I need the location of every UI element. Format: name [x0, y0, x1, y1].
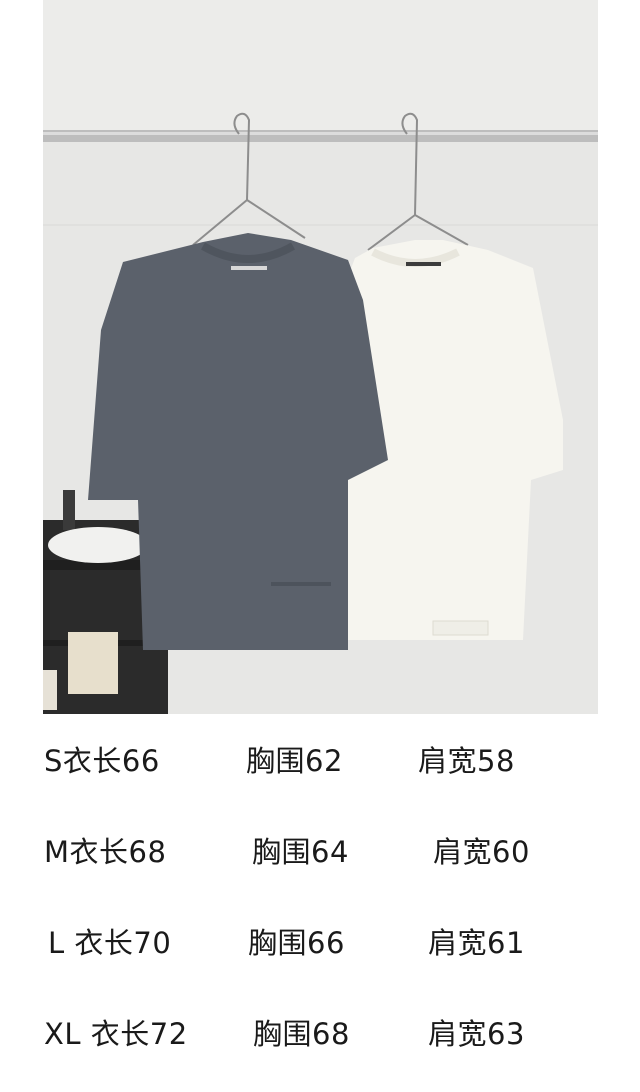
white-tray	[48, 527, 148, 563]
size-label-xl: XL 衣长72	[44, 1017, 188, 1051]
clothes-rail	[43, 130, 598, 142]
shoulder-xl: 肩宽63	[428, 1017, 525, 1051]
chest-l: 胸围66	[248, 926, 345, 960]
size-label-m: M衣长68	[44, 835, 167, 869]
product-photo	[43, 0, 598, 714]
shoulder-m: 肩宽60	[433, 835, 530, 869]
chest-xl: 胸围68	[253, 1017, 350, 1051]
shoulder-l: 肩宽61	[428, 926, 525, 960]
chest-m: 胸围64	[252, 835, 349, 869]
size-chart: S衣长66 胸围62 肩宽58 M衣长68 胸围64 肩宽60 L 衣长70 胸…	[0, 714, 640, 1092]
chest-s: 胸围62	[246, 744, 343, 778]
size-label-l: L 衣长70	[48, 926, 172, 960]
product-box	[68, 632, 118, 694]
shoulder-s: 肩宽58	[418, 744, 515, 778]
size-label-s: S衣长66	[44, 744, 160, 778]
